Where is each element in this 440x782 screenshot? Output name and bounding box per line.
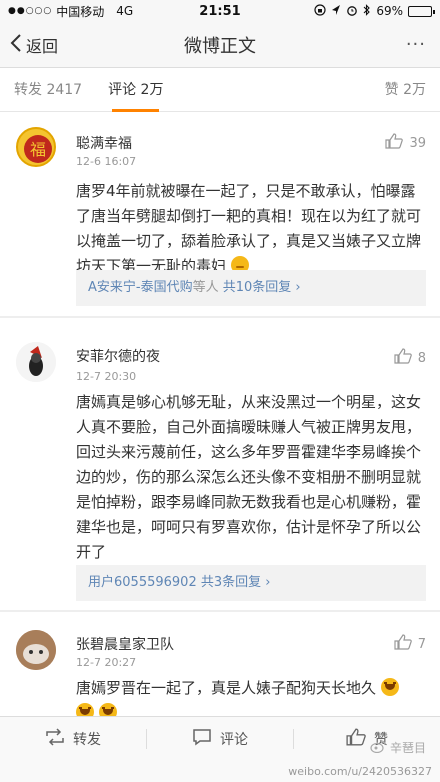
comment-item: 福 聪满幸福 12-6 16:07 39 唐罗4年前就被曝在一起了，只是不敢承认… <box>0 113 440 316</box>
watermark-bar: weibo.com/u/2420536327 <box>0 760 440 782</box>
comment-item: 张碧晨皇家卫队 12-7 20:27 7 唐嫣罗晋在一起了，真是人婊子配狗天长地… <box>0 620 440 730</box>
reply-mid-text: 等人 <box>192 280 219 295</box>
comment-like-button[interactable]: 39 <box>385 133 426 153</box>
divider <box>0 316 440 318</box>
crying-laugh-emoji-icon <box>380 678 399 696</box>
divider <box>0 610 440 612</box>
location-icon <box>331 4 341 19</box>
watermark-logo-text: 辛琶目 <box>389 741 426 755</box>
thumbs-up-icon <box>394 348 412 368</box>
tab-comments[interactable]: 评论 2万 <box>108 68 163 112</box>
reply-count: 共3条回复 <box>200 575 262 590</box>
watermark-logo: 辛琶目 <box>370 739 426 756</box>
like-count: 39 <box>409 135 426 151</box>
reply-count: 共10条回复 <box>222 280 292 295</box>
comment-username[interactable]: 聪满幸福 <box>76 133 132 153</box>
replies-summary[interactable]: 用户6055596902 共3条回复 › <box>76 565 426 601</box>
chevron-right-icon: › <box>261 575 271 590</box>
comment-like-button[interactable]: 7 <box>394 634 426 654</box>
avatar[interactable] <box>16 630 56 670</box>
replies-summary[interactable]: A安来宁-泰国代购等人 共10条回复 › <box>76 270 426 306</box>
signal-icon: ●●○○○ <box>8 6 53 16</box>
status-right: 69% <box>282 3 435 19</box>
reply-username: 用户6055596902 <box>88 575 197 590</box>
alarm-icon <box>346 4 358 19</box>
battery-percent: 69% <box>376 4 403 18</box>
comment-icon <box>192 728 212 750</box>
thumbs-up-icon <box>394 634 412 654</box>
comment-button[interactable]: 评论 <box>147 717 293 760</box>
weibo-logo-icon <box>370 739 386 756</box>
like-count: 8 <box>417 350 426 366</box>
network-label: 4G <box>116 4 134 18</box>
status-left: ●●○○○ 中国移动 4G <box>8 3 158 20</box>
back-label: 返回 <box>26 37 59 56</box>
comment-time: 12-6 16:07 <box>76 155 137 168</box>
nav-bar: 返回 微博正文 ··· <box>0 22 440 68</box>
status-bar: ●●○○○ 中国移动 4G 21:51 69% <box>0 0 440 22</box>
svg-text:福: 福 <box>30 140 46 159</box>
carrier-label: 中国移动 <box>56 4 105 19</box>
comment-time: 12-7 20:30 <box>76 370 137 383</box>
lock-rotation-icon <box>314 3 326 19</box>
comment-like-button[interactable]: 8 <box>394 348 426 368</box>
comment-username[interactable]: 安菲尔德的夜 <box>76 346 160 366</box>
tab-bar: 转发 2417 评论 2万 赞 2万 <box>0 68 440 112</box>
comment-text: 唐嫣真是够心机够无耻，从来没黑过一个明星，这女人真不要脸，自己外面搞暧昧赚人气被… <box>76 393 422 561</box>
back-button[interactable]: 返回 <box>10 22 58 68</box>
clock: 21:51 <box>199 3 241 19</box>
comment-time: 12-7 20:27 <box>76 656 137 669</box>
tab-reposts[interactable]: 转发 2417 <box>14 68 82 112</box>
repost-label: 转发 <box>73 731 101 748</box>
comment-item: 安菲尔德的夜 12-7 20:30 8 唐嫣真是够心机够无耻，从来没黑过一个明星… <box>0 330 440 610</box>
chevron-right-icon: › <box>291 280 301 295</box>
comment-body: 唐嫣罗晋在一起了，真是人婊子配狗天长地久 <box>76 679 377 697</box>
thumbs-up-icon <box>346 728 366 750</box>
comment-label: 评论 <box>220 731 248 748</box>
like-count: 7 <box>417 636 426 652</box>
watermark-url: weibo.com/u/2420536327 <box>288 764 432 778</box>
bluetooth-icon <box>363 3 371 19</box>
page-title: 微博正文 <box>184 35 256 57</box>
comment-username[interactable]: 张碧晨皇家卫队 <box>76 634 174 654</box>
chevron-left-icon <box>10 33 22 57</box>
tab-likes[interactable]: 赞 2万 <box>385 68 426 112</box>
repost-button[interactable]: 转发 <box>0 717 146 760</box>
battery-icon <box>408 5 435 17</box>
comment-text: 唐罗4年前就被曝在一起了，只是不敢承认，怕曝露了唐当年劈腿却倒打一耙的真相！现在… <box>76 179 428 279</box>
repost-icon <box>45 727 65 750</box>
avatar[interactable]: 福 <box>16 127 56 167</box>
reply-username: A安来宁-泰国代购 <box>88 280 193 295</box>
more-button[interactable]: ··· <box>406 34 426 55</box>
avatar[interactable] <box>16 342 56 382</box>
thumbs-up-icon <box>385 133 404 153</box>
